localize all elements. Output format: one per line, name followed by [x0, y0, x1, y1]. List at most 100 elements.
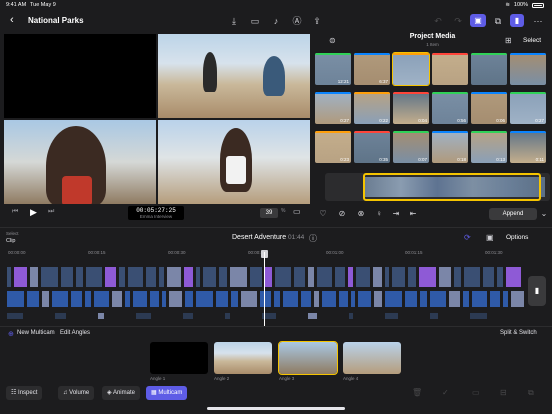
append-menu-chevron-icon[interactable]: ⌄	[539, 209, 549, 219]
skip-back-icon[interactable]: ⏮	[12, 208, 18, 216]
timeline-clip[interactable]	[463, 266, 481, 288]
timeline-clip[interactable]	[293, 266, 306, 288]
multicam-toggle-icon[interactable]: ⟳	[464, 233, 471, 242]
timeline-clip[interactable]	[158, 266, 165, 288]
media-thumbnail[interactable]: 12:21	[315, 53, 351, 85]
timeline-clip[interactable]	[355, 266, 371, 288]
volume-knob[interactable]: ▮	[528, 276, 546, 306]
timeline-clip[interactable]	[482, 266, 495, 288]
angle-2-thumbnail[interactable]	[214, 342, 272, 374]
timeline-clip[interactable]	[502, 290, 509, 308]
timeline-clip[interactable]	[161, 290, 167, 308]
angle-2-view[interactable]	[157, 33, 311, 119]
media-thumbnail[interactable]: 0:27	[315, 92, 351, 124]
timeline-clip[interactable]	[372, 266, 383, 288]
timeline-clip[interactable]	[407, 266, 417, 288]
timeline-clip[interactable]	[469, 312, 488, 320]
timeline-clip[interactable]	[224, 312, 231, 320]
timeline-clip[interactable]	[429, 312, 439, 320]
timeline-clip[interactable]	[230, 290, 239, 308]
connect-icon[interactable]: ⇤	[408, 209, 418, 219]
timeline-clip[interactable]	[419, 290, 428, 308]
timeline-clip[interactable]	[384, 312, 399, 320]
undo-icon[interactable]: ↶	[432, 15, 444, 27]
timeline-clip[interactable]	[13, 266, 28, 288]
timeline-clip[interactable]	[135, 312, 152, 320]
timeline-clip[interactable]	[357, 290, 372, 308]
angle-1-view[interactable]	[3, 33, 157, 119]
timeline-clip[interactable]	[26, 290, 40, 308]
media-thumbnail[interactable]: 0:06	[471, 92, 507, 124]
timeline-clip[interactable]	[307, 266, 315, 288]
timeline-clip[interactable]	[41, 290, 50, 308]
media-thumbnail[interactable]: 0:07	[393, 131, 429, 163]
media-thumbnail[interactable]: 0:13	[471, 131, 507, 163]
timeline-clip[interactable]	[404, 290, 418, 308]
timeline-clip[interactable]	[218, 266, 228, 288]
timeline-clip[interactable]	[166, 266, 182, 288]
skip-forward-icon[interactable]: ⏭	[48, 208, 54, 216]
timeline-clip[interactable]	[334, 266, 346, 288]
browser-icon[interactable]: ⧉	[492, 15, 504, 27]
redo-icon[interactable]: ↷	[452, 15, 464, 27]
timeline-clip[interactable]	[124, 290, 131, 308]
timeline-clip[interactable]	[85, 266, 103, 288]
grid-view-icon[interactable]: ⊞	[505, 36, 512, 45]
timeline[interactable]	[0, 258, 552, 326]
timeline-clip[interactable]	[438, 266, 452, 288]
media-thumbnail[interactable]: 0:18	[432, 131, 468, 163]
timeline-clip[interactable]	[373, 290, 383, 308]
timeline-clip[interactable]	[496, 266, 504, 288]
timeline-clip[interactable]	[6, 290, 25, 308]
timeline-clip[interactable]	[471, 290, 488, 308]
angle-4-thumbnail[interactable]	[343, 342, 401, 374]
multicam-button[interactable]: ▦ Multicam	[146, 386, 188, 400]
timeline-clip[interactable]	[104, 266, 117, 288]
append-button[interactable]: Append	[489, 208, 537, 220]
media-thumbnail[interactable]: 0:23	[315, 131, 351, 163]
timeline-clip[interactable]	[54, 312, 67, 320]
viewer[interactable]	[3, 33, 311, 221]
timeline-clip[interactable]	[350, 290, 356, 308]
check-icon[interactable]: ✓	[442, 388, 449, 397]
media-thumbnail[interactable]	[392, 52, 430, 86]
timeline-clip[interactable]	[93, 290, 110, 308]
angle-4-view[interactable]	[157, 119, 311, 205]
reject-icon[interactable]: ⊘	[337, 209, 347, 219]
timeline-clip[interactable]	[29, 266, 39, 288]
timeline-clip[interactable]	[489, 290, 501, 308]
media-thumbnail[interactable]: 6:37	[354, 53, 390, 85]
timeline-clip[interactable]	[75, 266, 84, 288]
inspector-button[interactable]: ▮	[510, 14, 524, 27]
timeline-clip[interactable]	[273, 290, 281, 308]
timeline-clip[interactable]	[149, 290, 160, 308]
more-icon[interactable]: ⋯	[532, 15, 544, 27]
timeline-clip[interactable]	[418, 266, 437, 288]
timeline-clip[interactable]	[391, 266, 406, 288]
timeline-clip[interactable]	[60, 266, 74, 288]
back-chevron-icon[interactable]: ‹	[10, 14, 14, 26]
clip-mode-menu[interactable]: Clip	[6, 238, 15, 244]
timeline-clip[interactable]	[97, 312, 105, 320]
clear-icon[interactable]: ⊗	[356, 209, 366, 219]
timeline-clip[interactable]	[313, 290, 320, 308]
timeline-clip[interactable]	[259, 290, 272, 308]
timeline-clip[interactable]	[321, 290, 337, 308]
media-thumbnail[interactable]: 0:11	[510, 131, 546, 163]
timeline-clip[interactable]	[183, 266, 194, 288]
timeline-clip[interactable]	[384, 290, 403, 308]
split-switch-menu[interactable]: Split & Switch	[500, 330, 537, 336]
timeline-clip[interactable]	[505, 266, 522, 288]
edit-angles-button[interactable]: Edit Angles	[60, 330, 90, 336]
keyword-icon[interactable]: ♀	[374, 209, 384, 219]
strip-selection[interactable]	[363, 173, 541, 201]
timeline-clip[interactable]	[462, 290, 470, 308]
timeline-clip[interactable]	[127, 266, 144, 288]
timeline-clip[interactable]	[51, 290, 69, 308]
new-multicam-icon[interactable]: ⊕	[8, 330, 14, 338]
timeline-clip[interactable]	[202, 266, 217, 288]
detach-icon[interactable]: ⊟	[500, 388, 507, 397]
timeline-clip[interactable]	[6, 312, 24, 320]
timeline-clip[interactable]	[274, 266, 292, 288]
timeline-clip[interactable]	[145, 266, 157, 288]
